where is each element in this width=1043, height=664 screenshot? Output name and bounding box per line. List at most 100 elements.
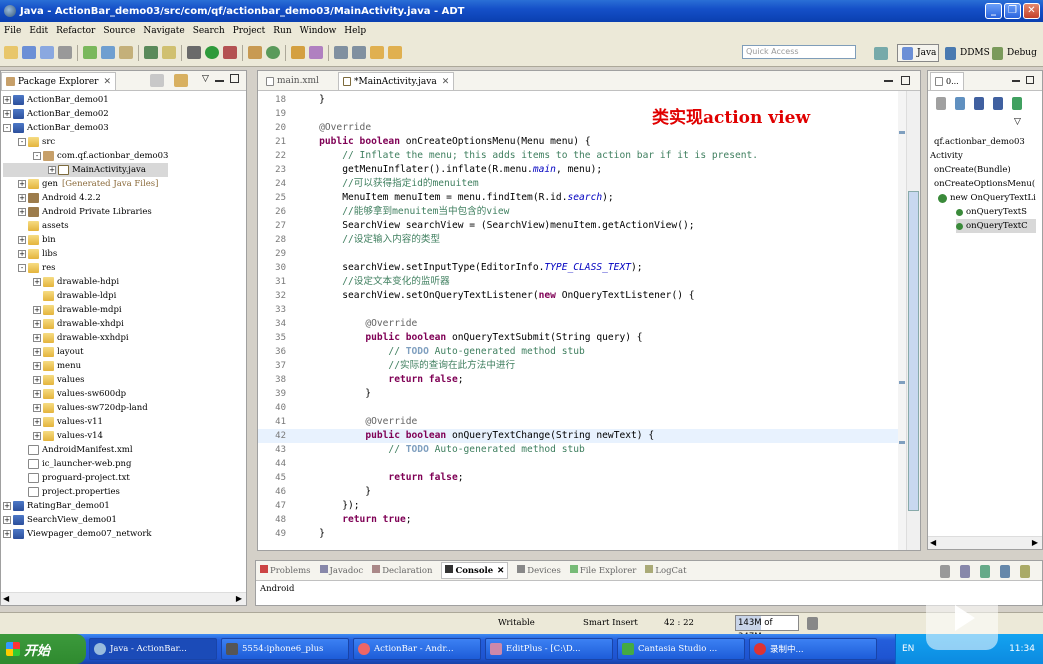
ruler-marker-1[interactable] — [899, 131, 905, 134]
expand-toggle-icon[interactable]: + — [18, 180, 26, 188]
expand-toggle-icon[interactable]: + — [33, 278, 41, 286]
code-line[interactable]: 42 public boolean onQueryTextChange(Stri… — [258, 429, 898, 443]
task-recording[interactable]: 录制中... — [749, 638, 877, 660]
maximize-editor-icon[interactable] — [901, 76, 910, 85]
scroll-lock-icon[interactable] — [960, 565, 970, 578]
code-line[interactable]: 23 getMenuInflater().inflate(R.menu.main… — [258, 163, 898, 177]
code-line[interactable]: 29 — [258, 247, 898, 261]
tab-console[interactable]: Console ✕ — [441, 562, 509, 579]
tree-item[interactable]: + Android Private Libraries — [3, 205, 168, 219]
outline-item[interactable]: onQueryTextC — [956, 219, 1036, 233]
tree-item[interactable]: + ActionBar_demo02 — [3, 107, 168, 121]
restore-button[interactable]: ❐ — [1004, 3, 1021, 19]
expand-toggle-icon[interactable]: + — [3, 110, 11, 118]
tree-item[interactable]: + values — [3, 373, 168, 387]
menu-window[interactable]: Window — [296, 26, 341, 36]
tree-item[interactable]: + Viewpager_demo07_network — [3, 527, 168, 541]
new-java-project-icon[interactable] — [248, 46, 262, 59]
hide-fields-icon[interactable] — [974, 97, 984, 110]
tab-declaration[interactable]: Declaration — [372, 565, 432, 576]
mark-icon[interactable] — [162, 46, 176, 59]
code-line[interactable]: 44 — [258, 457, 898, 471]
lint-icon[interactable] — [119, 46, 133, 59]
expand-toggle-icon[interactable]: + — [33, 404, 41, 412]
code-line[interactable]: 24 //可以获得指定id的menuitem — [258, 177, 898, 191]
new-class-icon[interactable] — [266, 46, 280, 59]
code-line[interactable]: 38 return false; — [258, 373, 898, 387]
tab-main-xml[interactable]: main.xml — [262, 72, 323, 90]
tree-item[interactable]: + drawable-mdpi — [3, 303, 168, 317]
expand-toggle-icon[interactable]: + — [18, 194, 26, 202]
ruler-marker-2[interactable] — [899, 381, 905, 384]
tab-problems[interactable]: Problems — [260, 565, 311, 576]
code-line[interactable]: 37 //实际的查询在此方法中进行 — [258, 359, 898, 373]
code-line[interactable]: 27 SearchView searchView = (SearchView)m… — [258, 219, 898, 233]
menu-help[interactable]: Help — [340, 26, 370, 36]
expand-toggle-icon[interactable]: + — [18, 236, 26, 244]
tree-item[interactable]: - com.qf.actionbar_demo03 — [3, 149, 168, 163]
menu-search[interactable]: Search — [189, 26, 229, 36]
tree-item[interactable]: - res — [3, 261, 168, 275]
tree-item[interactable]: project.properties — [3, 485, 168, 499]
code-line[interactable]: 46 } — [258, 485, 898, 499]
expand-toggle-icon[interactable]: + — [3, 530, 11, 538]
display-console-icon[interactable] — [1000, 565, 1010, 578]
open-console-icon[interactable] — [1020, 565, 1030, 578]
scroll-right-icon[interactable]: ▶ — [1032, 538, 1038, 547]
tab-package-explorer[interactable]: Package Explorer ✕ — [1, 72, 117, 90]
expand-toggle-icon[interactable]: + — [3, 516, 11, 524]
minimize-view-icon[interactable] — [214, 80, 224, 82]
tree-item[interactable]: drawable-ldpi — [3, 289, 168, 303]
horizontal-scrollbar[interactable]: ◀ ▶ — [1, 592, 246, 605]
minimize-outline-icon[interactable] — [1012, 80, 1020, 82]
code-area[interactable]: 18 } 19 20 @Override 21 public boolean onCr… — [258, 93, 898, 541]
scroll-right-icon[interactable]: ▶ — [236, 594, 242, 603]
tree-item[interactable]: + values-v11 — [3, 415, 168, 429]
expand-toggle-icon[interactable]: + — [33, 376, 41, 384]
code-line[interactable]: 49 } — [258, 527, 898, 541]
tree-item[interactable]: proguard-project.txt — [3, 471, 168, 485]
outline-item[interactable]: onCreateOptionsMenu( — [934, 177, 1036, 191]
code-line[interactable]: 28 //设定输入内容的类型 — [258, 233, 898, 247]
outline-item[interactable]: onQueryTextS — [956, 205, 1036, 219]
outline-item[interactable]: qf.actionbar_demo03 — [934, 135, 1036, 149]
tree-item[interactable]: + drawable-xxhdpi — [3, 331, 168, 345]
code-line[interactable]: 40 — [258, 401, 898, 415]
outline-item[interactable]: Activity — [930, 149, 1036, 163]
code-line[interactable]: 32 searchView.setOnQueryTextListener(new… — [258, 289, 898, 303]
view-menu-icon[interactable]: ▽ — [202, 74, 209, 87]
menu-project[interactable]: Project — [229, 26, 270, 36]
outline-item[interactable]: onCreate(Bundle) — [934, 163, 1036, 177]
outline-menu-icon[interactable]: ▽ — [1014, 117, 1021, 127]
tree-item[interactable]: + values-v14 — [3, 429, 168, 443]
expand-toggle-icon[interactable]: + — [33, 306, 41, 314]
tab-file-explorer[interactable]: File Explorer — [569, 565, 636, 576]
expand-toggle-icon[interactable]: + — [33, 320, 41, 328]
tree-item[interactable]: + drawable-xhdpi — [3, 317, 168, 331]
tree-item[interactable]: + RatingBar_demo01 — [3, 499, 168, 513]
android-sdk-icon[interactable] — [83, 46, 97, 59]
external-tools-icon[interactable] — [223, 46, 237, 59]
task-icon[interactable] — [144, 46, 158, 59]
close-icon[interactable]: ✕ — [497, 566, 504, 576]
task-emulator[interactable]: 5554:iphone6_plus — [221, 638, 349, 660]
hide-static-icon[interactable] — [993, 97, 1003, 110]
expand-toggle-icon[interactable]: + — [33, 390, 41, 398]
scrollbar-thumb[interactable] — [908, 191, 919, 511]
code-line[interactable]: 47 }); — [258, 499, 898, 513]
code-line[interactable]: 36 // TODO Auto-generated method stub — [258, 345, 898, 359]
expand-toggle-icon[interactable]: + — [18, 250, 26, 258]
maximize-outline-icon[interactable] — [1026, 76, 1034, 84]
tree-item[interactable]: + SearchView_demo01 — [3, 513, 168, 527]
search-icon[interactable] — [309, 46, 323, 59]
perspective-debug[interactable]: Debug — [990, 44, 1037, 62]
menu-run[interactable]: Run — [269, 26, 295, 36]
tree-item[interactable]: - src — [3, 135, 168, 149]
save-icon[interactable] — [22, 46, 36, 59]
tree-item[interactable]: + gen [Generated Java Files] — [3, 177, 168, 191]
menu-navigate[interactable]: Navigate — [139, 26, 188, 36]
back-icon[interactable] — [370, 46, 384, 59]
debug-icon[interactable] — [187, 46, 201, 59]
outline-item[interactable]: new OnQueryTextLi — [938, 191, 1036, 205]
tab-logcat[interactable]: LogCat — [645, 565, 687, 576]
